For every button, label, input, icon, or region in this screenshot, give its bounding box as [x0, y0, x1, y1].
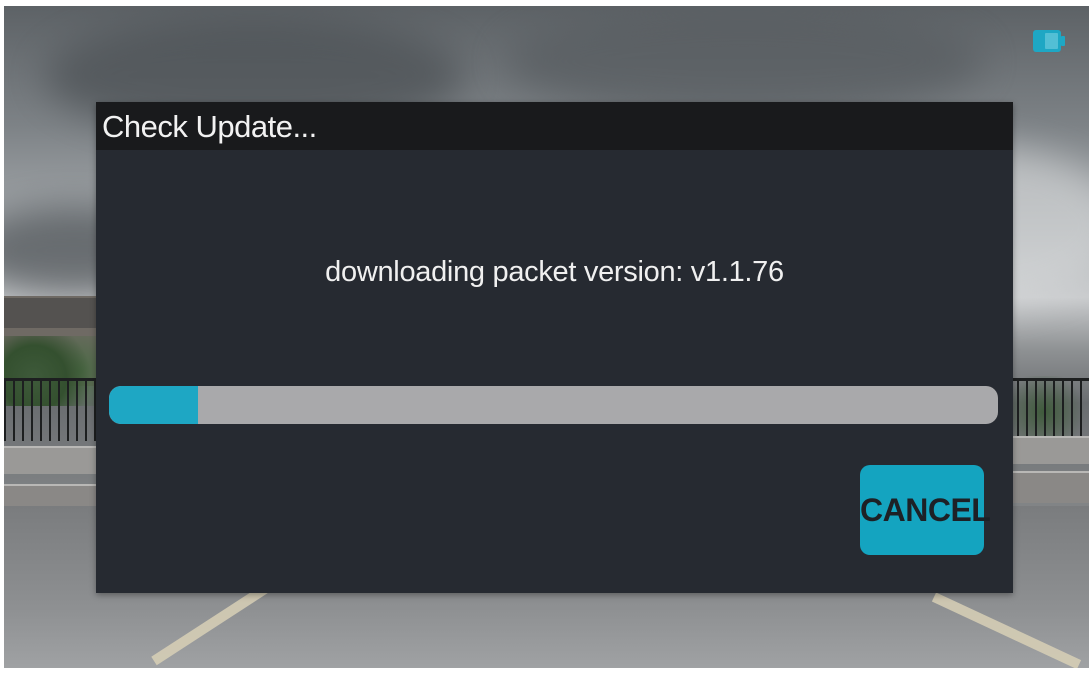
update-dialog: Check Update... downloading packet versi… [96, 102, 1013, 593]
background-screen: Check Update... downloading packet versi… [4, 6, 1089, 668]
background-curb [4, 446, 104, 474]
dialog-title-bar: Check Update... [96, 102, 1013, 150]
battery-icon [1033, 30, 1065, 52]
download-progress-bar [109, 386, 998, 424]
dialog-title: Check Update... [102, 109, 317, 144]
background-fence [4, 378, 104, 441]
download-progress-fill [109, 386, 198, 424]
background-cloud [504, 6, 984, 116]
background-building-roof [4, 298, 104, 328]
cancel-button[interactable]: CANCEL [860, 465, 991, 555]
download-status-message: downloading packet version: v1.1.76 [325, 256, 784, 288]
